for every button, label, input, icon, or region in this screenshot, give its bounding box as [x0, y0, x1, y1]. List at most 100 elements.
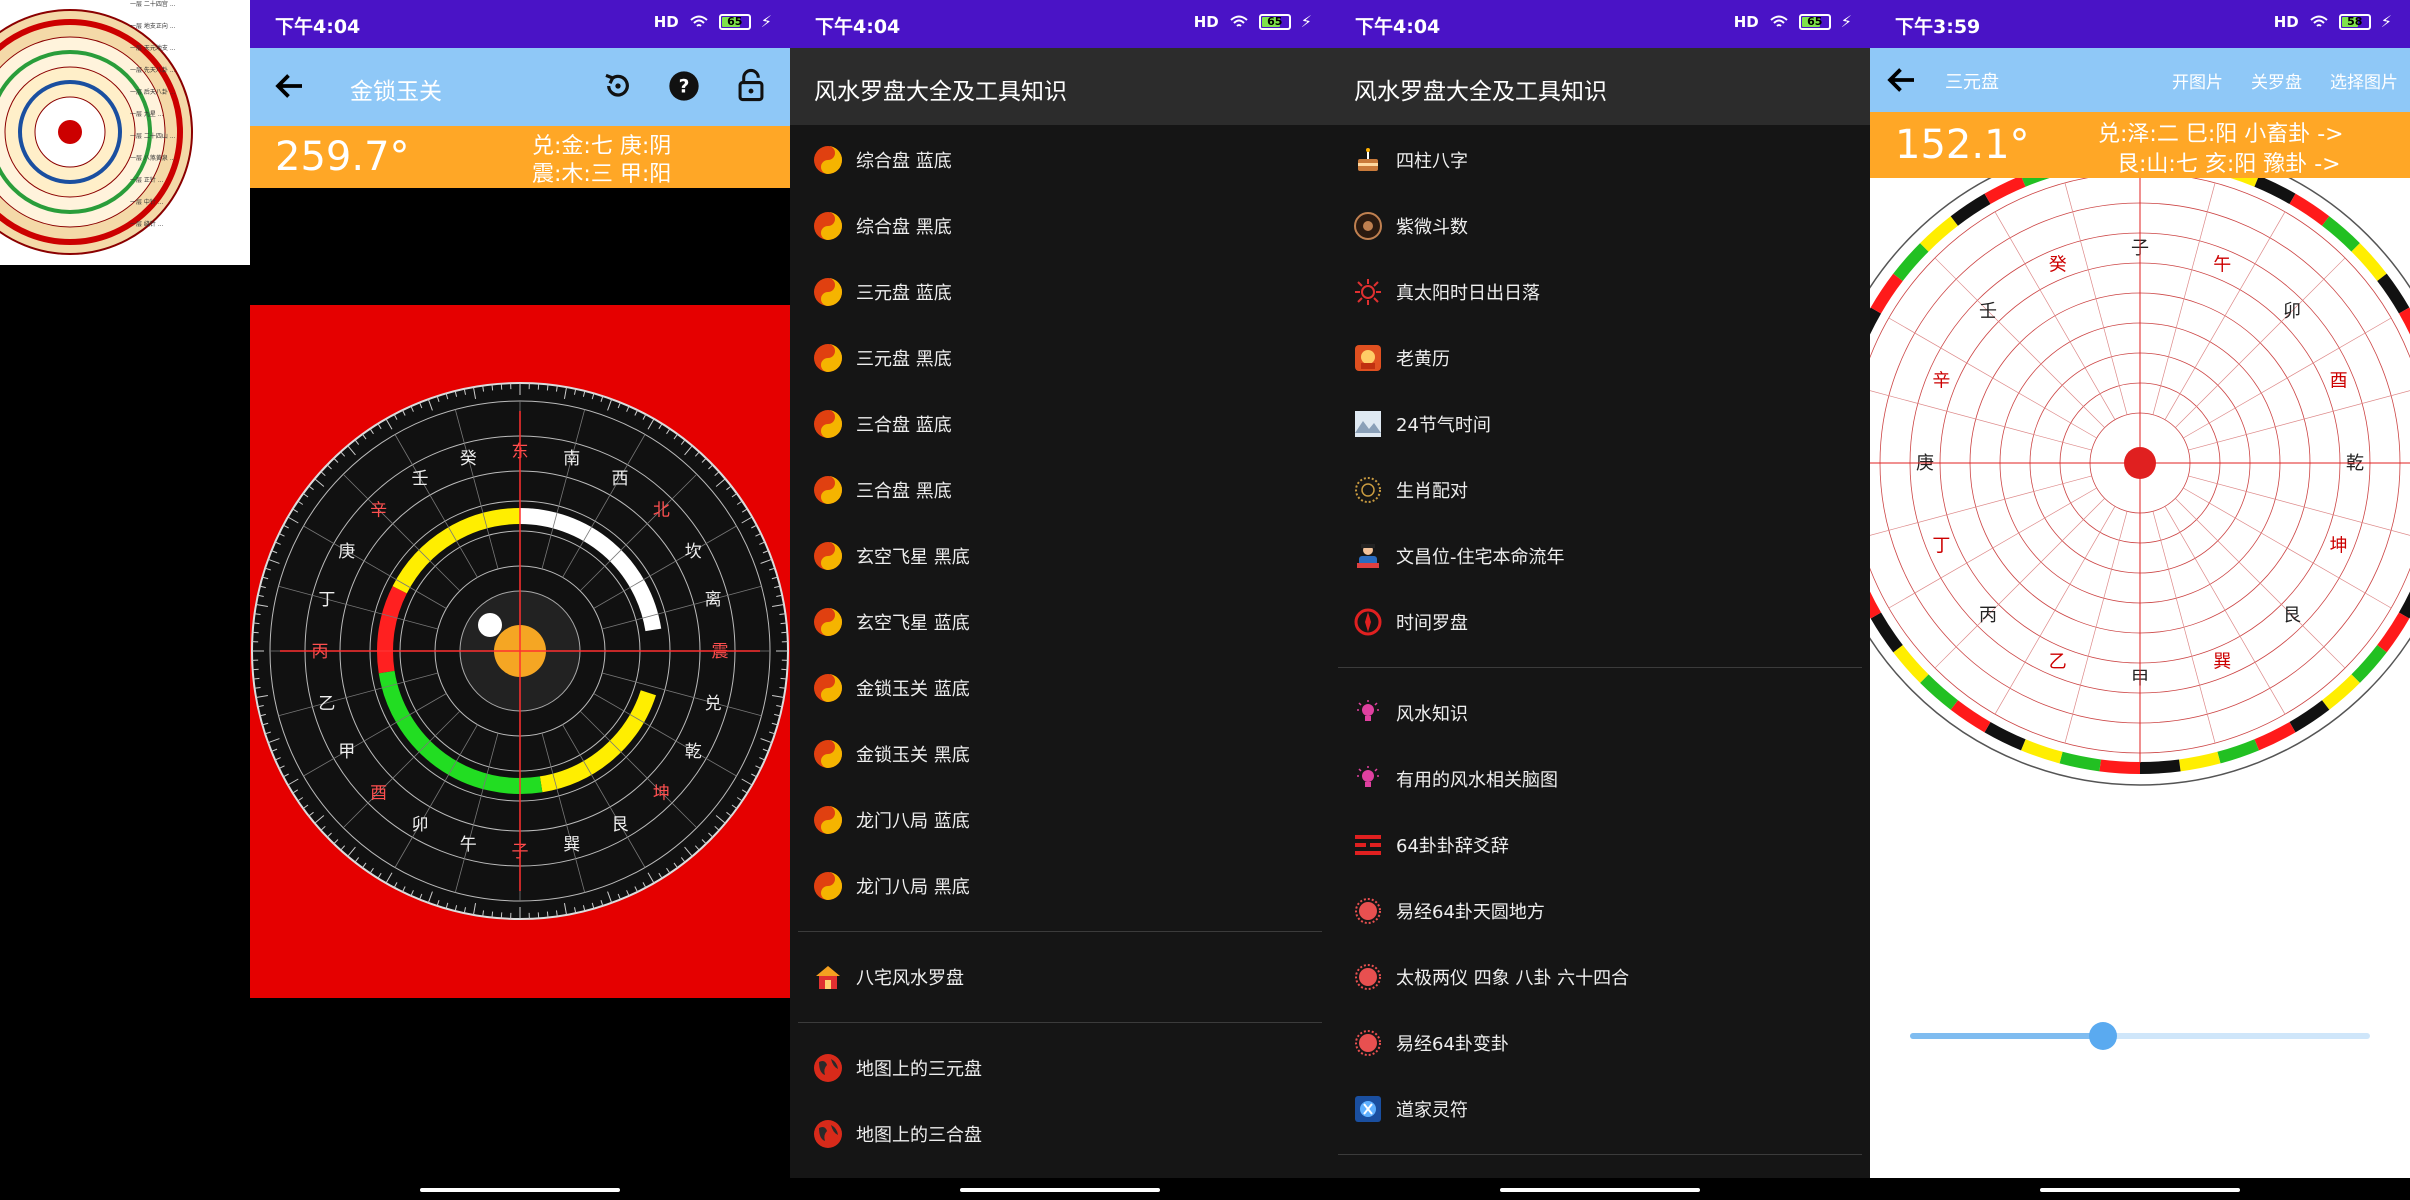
navigation-bar	[250, 1178, 790, 1200]
sanyuan-compass[interactable]: 子午卯酉乾坤艮巽甲乙丙丁庚辛壬癸	[1870, 140, 2410, 978]
knowledge-list-item[interactable]: 64卦卦辞爻辞	[1330, 812, 1870, 878]
tool-list-item[interactable]: 真太阳时日出日落	[1330, 259, 1870, 325]
compass-list-item[interactable]: 三合盘 黑底	[790, 457, 1330, 523]
yinyang-icon	[812, 474, 844, 506]
degree-tick	[546, 384, 549, 391]
list-item-label: 老黄历	[1396, 349, 1450, 370]
knowledge-list-item[interactable]: 有用的风水相关脑图	[1330, 746, 1870, 812]
knowledge-list-item[interactable]: 道家灵符	[1330, 1076, 1870, 1142]
compass-ring-segment	[2099, 759, 2141, 774]
compass-label: 乙	[2049, 652, 2067, 673]
thumbnail-legend-line: 一层 缝针 ...	[130, 221, 164, 228]
compass-label: 离	[705, 590, 722, 610]
lightbulb-icon	[1352, 763, 1384, 795]
status-bar: 下午4:04 HD 65 ⚡	[250, 0, 790, 48]
lock-icon[interactable]	[736, 68, 766, 102]
compass-list-item[interactable]: 龙门八局 黑底	[790, 853, 1330, 919]
reset-icon[interactable]	[602, 70, 634, 102]
compass-canvas[interactable]: 东南西北坎离震兑乾坤艮巽子午卯酉甲乙丙丁庚辛壬癸	[250, 305, 790, 998]
yinyang-icon	[812, 804, 844, 836]
status-bar: 下午4:04 HD 65 ⚡	[1330, 0, 1870, 48]
compass-ring-segment	[2178, 751, 2221, 772]
list-item-label: 易经64卦变卦	[1396, 1034, 1509, 1055]
help-icon[interactable]: ?	[668, 70, 700, 102]
thumbnail-legend: 一层 二十四宫 ... 一层 地支正向 ... 一层 天元地支 ... 一层 先天八卦…	[130, 0, 250, 242]
compass-label: 辛	[370, 501, 387, 521]
list-item-label: 玄空飞星 黑底	[856, 547, 970, 568]
compass-label: 卯	[2283, 301, 2301, 322]
compass-label: 西	[612, 469, 629, 489]
knowledge-list-item[interactable]: 风水知识	[1330, 680, 1870, 746]
tool-list-item[interactable]: 老黄历	[1330, 325, 1870, 391]
select-image-button[interactable]: 选择图片	[2330, 68, 2398, 93]
home-indicator[interactable]	[1500, 1188, 1700, 1192]
compass-list-item[interactable]: 三合盘 蓝底	[790, 391, 1330, 457]
tool-list-item[interactable]: 紫微斗数	[1330, 193, 1870, 259]
list-item-label: 文昌位-住宅本命流年	[1396, 547, 1565, 568]
slider-thumb[interactable]	[2089, 1022, 2118, 1050]
star-chart-icon	[1352, 210, 1384, 242]
compass-label: 艮	[2283, 605, 2301, 626]
list-item-label: 生肖配对	[1396, 481, 1468, 502]
compass-label: 兑	[705, 694, 722, 714]
list-item-label: 金锁玉关 蓝底	[856, 679, 970, 700]
tool-list-item[interactable]: 四柱八字	[1330, 127, 1870, 193]
list-item-label: 玄空飞星 蓝底	[856, 613, 970, 634]
luopan-compass[interactable]: 东南西北坎离震兑乾坤艮巽子午卯酉甲乙丙丁庚辛壬癸	[250, 305, 790, 998]
compass-list-item[interactable]: 综合盘 黑底	[790, 193, 1330, 259]
battery-icon: 65	[1798, 13, 1831, 30]
tool-list-item[interactable]: 文昌位-住宅本命流年	[1330, 523, 1870, 589]
open-image-button[interactable]: 开图片	[2172, 68, 2223, 93]
degree-value: 259.7°	[275, 134, 410, 180]
compass-list-item[interactable]: 三元盘 黑底	[790, 325, 1330, 391]
opacity-slider[interactable]	[1910, 1022, 2370, 1050]
tool-list-item[interactable]: 生肖配对	[1330, 457, 1870, 523]
thumbnail-legend-line: 一层 二十四宫 ...	[130, 1, 176, 8]
status-time: 下午4:04	[1355, 16, 1441, 38]
map-list-item[interactable]: 地图上的三元盘	[790, 1035, 1330, 1101]
home-indicator[interactable]	[2040, 1188, 2240, 1192]
degree-tick	[253, 622, 260, 625]
list-item-label: 龙门八局 蓝底	[856, 811, 970, 832]
compass-list-item[interactable]: 金锁玉关 蓝底	[790, 655, 1330, 721]
tool-list-item[interactable]: 24节气时间	[1330, 391, 1870, 457]
compass-list-item[interactable]: 玄空飞星 蓝底	[790, 589, 1330, 655]
close-compass-button[interactable]: 关罗盘	[2251, 68, 2302, 93]
svg-text:?: ?	[679, 77, 690, 98]
home-indicator[interactable]	[420, 1188, 620, 1192]
home-indicator[interactable]	[960, 1188, 1160, 1192]
list-item-house-compass[interactable]: 八宅风水罗盘	[790, 944, 1330, 1010]
compass-list-item[interactable]: 综合盘 蓝底	[790, 127, 1330, 193]
wifi-icon	[1770, 15, 1788, 27]
compass-list-item[interactable]: 玄空飞星 黑底	[790, 523, 1330, 589]
direction-readout: 259.7° 兑:金:七 庚:阴 震:木:三 甲:阳	[250, 126, 790, 188]
compass-layer-thumbnail: 一层 二十四宫 ... 一层 地支正向 ... 一层 天元地支 ... 一层 先天八卦…	[0, 0, 250, 265]
list-item-label: 24节气时间	[1396, 415, 1491, 436]
knowledge-list-item[interactable]: 太极两仪 四象 八卦 六十四合	[1330, 944, 1870, 1010]
compass-list-item[interactable]: 金锁玉关 黑底	[790, 721, 1330, 787]
compass-list-item[interactable]: 龙门八局 蓝底	[790, 787, 1330, 853]
thumbnail-legend-line: 一层 先天八卦 ...	[130, 67, 176, 74]
lightbulb-icon	[1352, 697, 1384, 729]
battery-icon: 65	[1258, 13, 1291, 30]
map-list-item[interactable]: 地图上的三合盘	[790, 1101, 1330, 1167]
back-arrow-icon[interactable]	[272, 68, 308, 104]
compass-ring-segment	[2059, 751, 2102, 772]
thumbnail-legend-line: 一层 八煞黄泉 ...	[130, 155, 176, 162]
tool-list-item[interactable]: 时间罗盘	[1330, 589, 1870, 655]
circle-gear-icon	[1352, 895, 1384, 927]
screen-jinsuo: 下午4:04 HD 65 ⚡ 金锁玉关 ? 259.7° 兑:金:七 庚:阴 震…	[250, 0, 790, 1200]
compass-list-item[interactable]: 三元盘 蓝底	[790, 259, 1330, 325]
list-item-label: 综合盘 蓝底	[856, 151, 952, 172]
knowledge-list-item[interactable]: 易经64卦天圆地方	[1330, 878, 1870, 944]
status-bar: 下午3:59 HD 58 ⚡	[1870, 0, 2410, 48]
compass-label: 癸	[2049, 254, 2067, 275]
screen-sanyuan: 下午3:59 HD 58 ⚡ 三元盘 开图片 关罗盘 选择图片 152.1° 兑…	[1870, 0, 2410, 1200]
compass-label: 艮	[612, 815, 629, 835]
knowledge-list-item[interactable]: 易经64卦变卦	[1330, 1010, 1870, 1076]
degree-tick	[780, 677, 787, 680]
status-time: 下午3:59	[1895, 16, 1981, 38]
compass-list: 风水罗盘大全及工具知识 综合盘 蓝底 综合盘 黑底 三元盘 蓝底 三元盘 黑底 三合盘 …	[790, 48, 1330, 1178]
back-arrow-icon[interactable]	[1884, 62, 1920, 98]
compass-label: 丁	[1932, 535, 1950, 556]
